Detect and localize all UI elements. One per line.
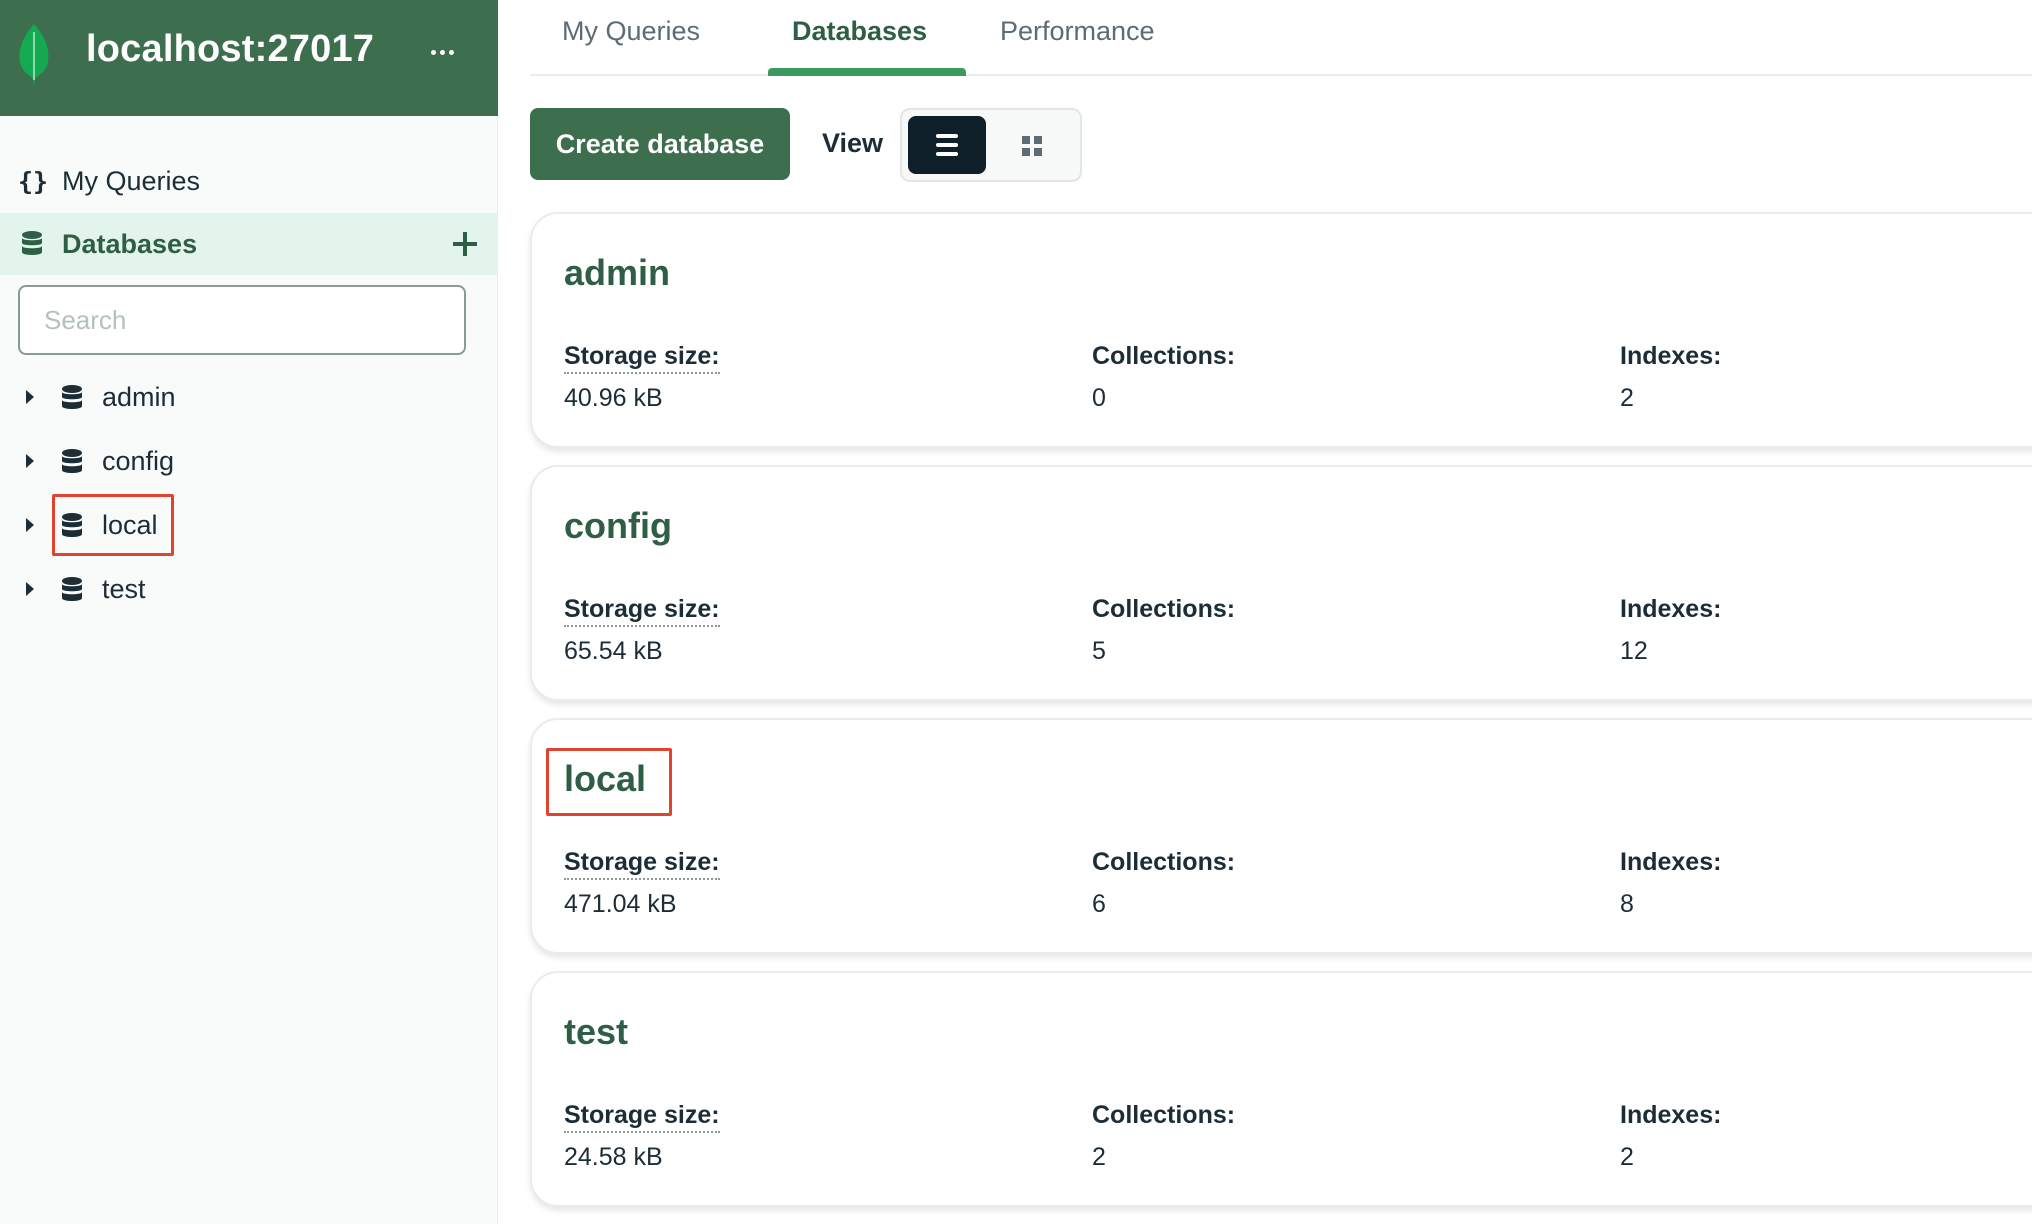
storage-size-value: 65.54 kB	[564, 637, 663, 665]
search-input[interactable]	[18, 285, 466, 355]
more-options-button[interactable]	[424, 34, 460, 70]
mongodb-leaf-icon	[19, 24, 49, 86]
dot-icon	[439, 49, 445, 55]
tree-item-label: config	[102, 445, 175, 476]
sidebar-item-label: My Queries	[62, 165, 201, 196]
indexes-value: 2	[1620, 1143, 1634, 1171]
database-card-title[interactable]: test	[564, 1011, 628, 1053]
highlight-box	[52, 494, 174, 556]
app-window: localhost:27017 {} My Queries Databases	[0, 0, 2032, 1224]
create-database-button[interactable]: Create database	[530, 108, 790, 180]
tab-performance[interactable]: Performance	[1000, 16, 1155, 74]
collections-value: 0	[1092, 384, 1106, 412]
menu-line	[936, 152, 958, 156]
sidebar-item-databases[interactable]: Databases	[0, 213, 498, 275]
database-card-test[interactable]: test Storage size: 24.58 kB Collections:…	[530, 971, 2032, 1207]
indexes-value: 12	[1620, 637, 1648, 665]
menu-line	[936, 143, 958, 147]
active-tab-indicator	[768, 68, 966, 76]
collections-value: 5	[1092, 637, 1106, 665]
database-card-local[interactable]: local Storage size: 471.04 kB Collection…	[530, 718, 2032, 954]
caret-right-icon[interactable]	[26, 390, 34, 404]
storage-size-value: 40.96 kB	[564, 384, 663, 412]
storage-size-value: 471.04 kB	[564, 890, 677, 918]
tree-item-label: admin	[102, 381, 176, 412]
storage-size-label: Storage size:	[564, 1101, 720, 1133]
connection-title: localhost:27017	[86, 28, 375, 70]
storage-size-label: Storage size:	[564, 595, 720, 627]
tree-item-admin[interactable]: admin	[0, 369, 498, 425]
add-database-icon[interactable]	[450, 229, 480, 259]
database-icon	[62, 385, 82, 409]
grid-cell	[1022, 148, 1030, 156]
list-view-button[interactable]	[908, 116, 986, 174]
tree-item-label: test	[102, 573, 146, 604]
sidebar-item-my-queries[interactable]: {} My Queries	[0, 156, 498, 206]
collections-value: 6	[1092, 890, 1106, 918]
main-panel: My Queries Databases Performance Create …	[498, 0, 2032, 1224]
dot-icon	[430, 49, 436, 55]
dot-icon	[448, 49, 454, 55]
collections-label: Collections:	[1092, 848, 1236, 876]
caret-right-icon[interactable]	[26, 518, 34, 532]
grid-cell	[1034, 136, 1042, 144]
braces-icon: {}	[18, 166, 49, 196]
indexes-label: Indexes:	[1620, 595, 1722, 623]
indexes-value: 2	[1620, 384, 1634, 412]
tab-my-queries[interactable]: My Queries	[562, 16, 700, 74]
sidebar: localhost:27017 {} My Queries Databases	[0, 0, 498, 1224]
indexes-label: Indexes:	[1620, 1101, 1722, 1129]
tree-item-config[interactable]: config	[0, 433, 498, 489]
view-label: View	[822, 128, 884, 158]
database-card-admin[interactable]: admin Storage size: 40.96 kB Collections…	[530, 212, 2032, 448]
highlight-box	[546, 748, 672, 816]
collections-label: Collections:	[1092, 342, 1236, 370]
database-card-title[interactable]: admin	[564, 252, 670, 294]
database-card-title[interactable]: config	[564, 505, 672, 547]
database-icon	[62, 577, 82, 601]
grid-view-button[interactable]	[1022, 136, 1042, 156]
collections-label: Collections:	[1092, 595, 1236, 623]
database-card-config[interactable]: config Storage size: 65.54 kB Collection…	[530, 465, 2032, 701]
indexes-label: Indexes:	[1620, 848, 1722, 876]
view-toggle	[900, 108, 1082, 182]
grid-cell	[1022, 136, 1030, 144]
menu-line	[936, 134, 958, 138]
connection-header: localhost:27017	[0, 0, 498, 116]
indexes-value: 8	[1620, 890, 1634, 918]
indexes-label: Indexes:	[1620, 342, 1722, 370]
sidebar-item-label: Databases	[62, 228, 198, 259]
collections-value: 2	[1092, 1143, 1106, 1171]
database-icon	[22, 231, 42, 255]
database-icon	[62, 449, 82, 473]
tree-item-test[interactable]: test	[0, 561, 498, 617]
storage-size-value: 24.58 kB	[564, 1143, 663, 1171]
grid-cell	[1034, 148, 1042, 156]
collections-label: Collections:	[1092, 1101, 1236, 1129]
storage-size-label: Storage size:	[564, 848, 720, 880]
caret-right-icon[interactable]	[26, 454, 34, 468]
tab-databases[interactable]: Databases	[792, 16, 927, 74]
caret-right-icon[interactable]	[26, 582, 34, 596]
storage-size-label: Storage size:	[564, 342, 720, 374]
tab-bar: My Queries Databases Performance	[530, 0, 2032, 76]
